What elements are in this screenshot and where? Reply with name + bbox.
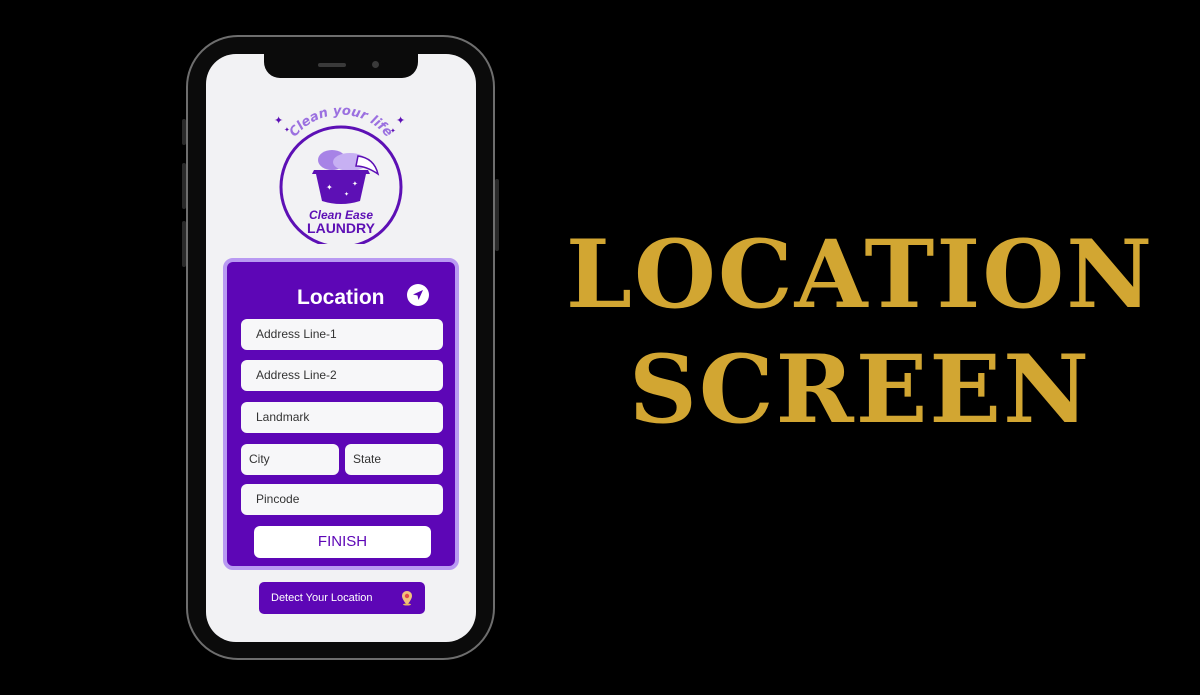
svg-text:✦: ✦ (390, 127, 396, 135)
landmark-input[interactable]: Landmark (241, 402, 443, 433)
card-title: Location (297, 286, 385, 309)
svg-text:✦: ✦ (344, 191, 349, 198)
front-camera (372, 61, 379, 68)
state-input[interactable]: State (345, 444, 443, 475)
address-line-2-input[interactable]: Address Line-2 (241, 360, 443, 391)
svg-text:✦: ✦ (284, 126, 290, 134)
logo-brand-line2: LAUNDRY (307, 220, 375, 236)
phone-screen: Clean your life ✦ ✦ ✦ ✦ ✦ ✦ ✦ Clean Ease… (206, 54, 476, 642)
city-input[interactable]: City (241, 444, 339, 475)
location-form-card: Location Address Line-1 Address Line-2 L… (223, 258, 459, 570)
finish-button[interactable]: FINISH (254, 526, 431, 558)
map-pin-icon (402, 591, 412, 606)
pincode-input[interactable]: Pincode (241, 484, 443, 515)
headline-line-1: LOCATION (565, 220, 1155, 330)
phone-notch (264, 54, 418, 78)
phone-power-button (495, 179, 499, 251)
detect-location-label: Detect Your Location (271, 592, 373, 604)
headline-line-2: SCREEN (628, 335, 1092, 445)
logo-tagline: Clean your life (287, 104, 396, 140)
svg-text:✦: ✦ (326, 183, 333, 192)
svg-text:✦: ✦ (352, 180, 358, 188)
phone-mockup: Clean your life ✦ ✦ ✦ ✦ ✦ ✦ ✦ Clean Ease… (182, 35, 499, 660)
phone-side-button (182, 119, 186, 145)
navigation-arrow-icon (407, 284, 429, 306)
phone-volume-down-button (182, 221, 186, 267)
detect-location-button[interactable]: Detect Your Location (259, 582, 425, 614)
address-line-1-input[interactable]: Address Line-1 (241, 319, 443, 350)
svg-text:✦: ✦ (396, 115, 405, 127)
speaker-grille (318, 63, 346, 67)
svg-text:✦: ✦ (274, 115, 283, 127)
brand-logo: Clean your life ✦ ✦ ✦ ✦ ✦ ✦ ✦ Clean Ease… (266, 104, 416, 249)
phone-volume-up-button (182, 163, 186, 209)
